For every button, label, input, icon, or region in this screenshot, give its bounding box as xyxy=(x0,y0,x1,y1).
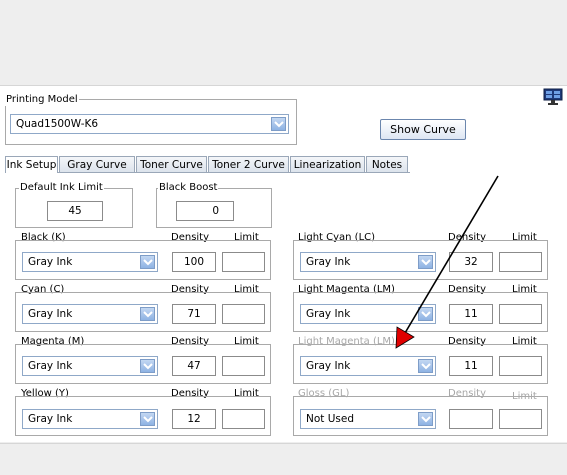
red-arrow-annotation xyxy=(395,175,499,349)
